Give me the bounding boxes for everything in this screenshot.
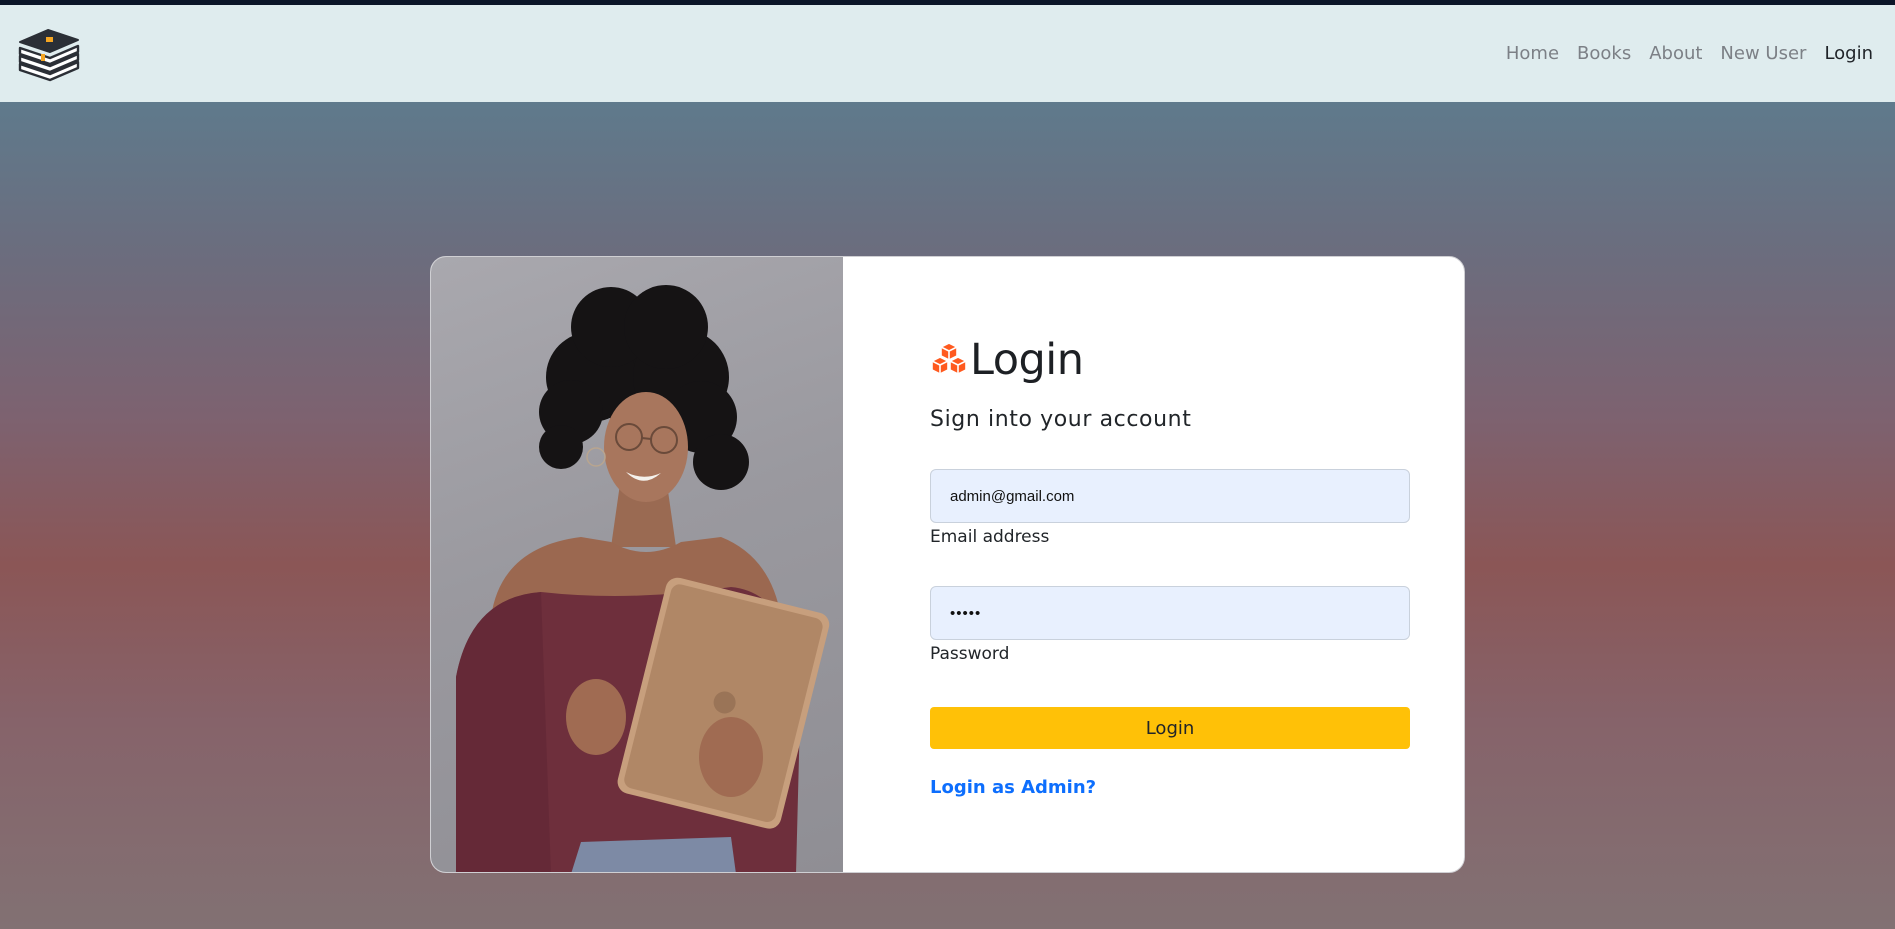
admin-login-link[interactable]: Login as Admin? (930, 777, 1096, 798)
woman-with-tablet-photo (431, 257, 843, 872)
nav-link-home[interactable]: Home (1506, 43, 1559, 64)
login-button[interactable]: Login (930, 707, 1410, 749)
login-card: Login Sign into your account Email addre… (430, 256, 1465, 873)
nav-link-login[interactable]: Login (1824, 43, 1873, 64)
email-label: Email address (930, 527, 1050, 547)
nav-link-about[interactable]: About (1649, 43, 1702, 64)
login-heading: Login (930, 335, 1084, 385)
cubes-icon (931, 342, 967, 375)
navbar: Home Books About New User Login (0, 5, 1895, 102)
books-stack-icon[interactable] (16, 26, 82, 82)
nav-link-new-user[interactable]: New User (1720, 43, 1806, 64)
photo-illustration (456, 285, 830, 872)
page-background: Login Sign into your account Email addre… (0, 102, 1895, 929)
email-field[interactable] (930, 469, 1410, 523)
page-title: Login (970, 335, 1084, 385)
password-field[interactable] (930, 586, 1410, 640)
nav-link-books[interactable]: Books (1577, 43, 1631, 64)
login-form: Login Sign into your account Email addre… (930, 257, 1430, 872)
nav-links: Home Books About New User Login (1506, 43, 1873, 64)
subtitle: Sign into your account (930, 407, 1192, 432)
password-label: Password (930, 644, 1010, 664)
